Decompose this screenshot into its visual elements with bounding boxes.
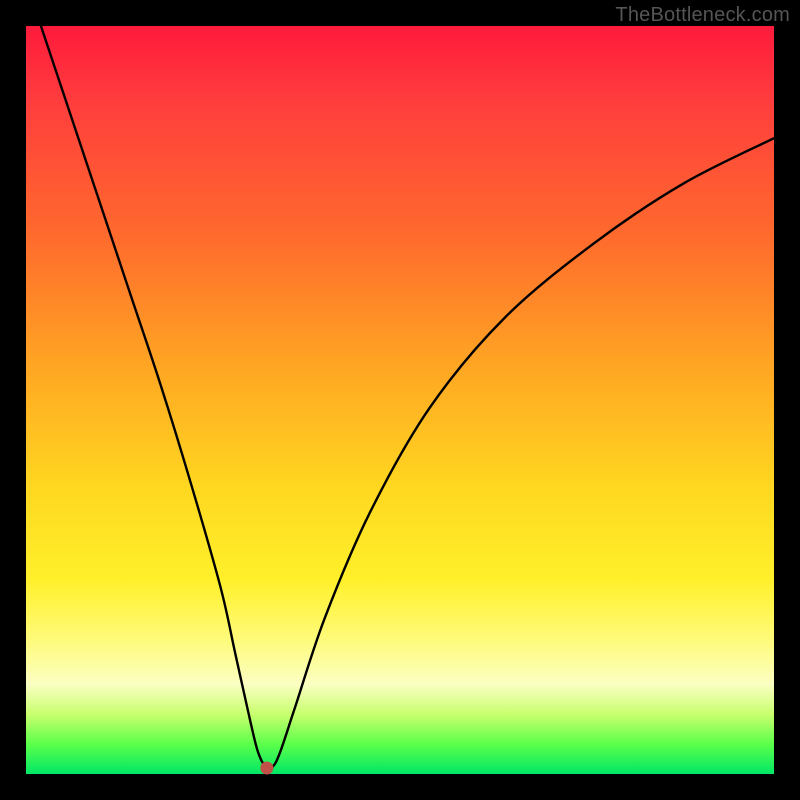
bottleneck-curve bbox=[41, 26, 774, 768]
watermark-text: TheBottleneck.com bbox=[615, 4, 790, 27]
chart-frame: TheBottleneck.com bbox=[0, 0, 800, 800]
curve-layer bbox=[26, 26, 774, 774]
plot-area bbox=[26, 26, 774, 774]
optimum-marker bbox=[261, 762, 273, 774]
